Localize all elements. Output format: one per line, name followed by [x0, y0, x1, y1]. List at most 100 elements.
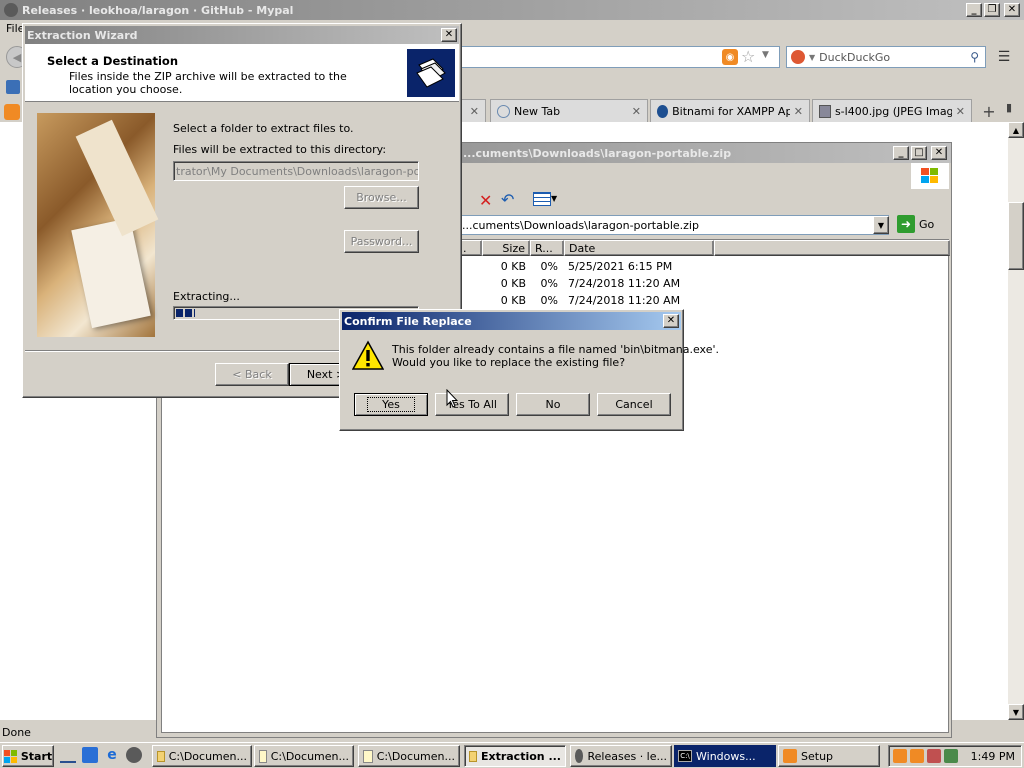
close-button[interactable]: ✕: [1004, 3, 1020, 17]
document-icon: [363, 749, 373, 763]
delete-icon[interactable]: ✕: [479, 191, 492, 210]
tray-tool-icon[interactable]: [927, 749, 941, 763]
row-2-size: 0 KB: [500, 277, 526, 290]
taskbar-item-documents-1[interactable]: C:\Documen...: [152, 745, 252, 767]
taskbar-item-windows[interactable]: C:\ Windows...: [674, 745, 776, 767]
dropdown-arrow-icon[interactable]: ▼: [762, 50, 769, 60]
tab-close-icon[interactable]: ✕: [956, 105, 965, 118]
tab-close-icon[interactable]: ✕: [794, 105, 803, 118]
go-label: Go: [919, 217, 935, 231]
taskbar-label: C:\Documen...: [376, 749, 455, 763]
views-icon[interactable]: [533, 192, 551, 206]
confirm-message-line2: Would you like to replace the existing f…: [392, 356, 626, 369]
taskbar-label: Releases · le...: [587, 749, 667, 763]
directory-value: trator\My Documents\Downloads\laragon-po…: [176, 164, 418, 178]
search-icon[interactable]: ⚲: [970, 50, 979, 64]
app-tab-icon[interactable]: [4, 104, 20, 120]
explorer-maximize-button[interactable]: □: [911, 146, 927, 160]
column-header-size[interactable]: Size: [482, 240, 530, 256]
confirm-titlebar[interactable]: Confirm File Replace: [342, 312, 681, 330]
go-arrow-icon: ➜: [897, 215, 915, 233]
search-box[interactable]: ▼ DuckDuckGo ⚲: [786, 46, 986, 68]
column-header-empty: [714, 240, 950, 256]
outlook-icon[interactable]: [82, 747, 98, 763]
tab-list-button[interactable]: ▮: [1006, 101, 1012, 114]
go-button[interactable]: ➜ Go: [897, 215, 934, 233]
status-text: Done: [2, 725, 31, 739]
yes-button[interactable]: Yes: [354, 393, 428, 416]
start-label: Start: [20, 749, 53, 763]
duckduckgo-icon: [791, 50, 805, 64]
zip-folder-icon: [469, 750, 477, 762]
password-button[interactable]: Password...: [344, 230, 419, 253]
internet-explorer-icon[interactable]: e: [104, 747, 120, 763]
new-tab-button[interactable]: +: [978, 101, 1000, 121]
explorer-minimize-button[interactable]: _: [893, 146, 909, 160]
taskbar-label: Setup: [801, 749, 834, 763]
tray-app-icon[interactable]: [910, 749, 924, 763]
scroll-up-button[interactable]: ▲: [1008, 122, 1024, 138]
windows-logo: [911, 163, 949, 189]
browser-title: Releases · leokhoa/laragon · GitHub - My…: [22, 3, 294, 17]
browser-titlebar[interactable]: Releases · leokhoa/laragon · GitHub - My…: [0, 0, 1024, 20]
tab-new-tab[interactable]: New Tab ✕: [490, 99, 648, 123]
tab-jpeg-image[interactable]: s-l400.jpg (JPEG Imag... ✕: [812, 99, 972, 123]
row-1-date: 5/25/2021 6:15 PM: [568, 260, 673, 273]
taskbar: Start e C:\Documen... C:\Documen... C:\D…: [0, 742, 1024, 768]
bookmarks-sidebar-icon[interactable]: [6, 80, 20, 94]
scroll-thumb[interactable]: [1008, 202, 1024, 270]
row-1-size: 0 KB: [500, 260, 526, 273]
yes-label: Yes: [367, 397, 415, 412]
tray-network-icon[interactable]: [944, 749, 958, 763]
column-header-ratio[interactable]: R...: [530, 240, 564, 256]
cancel-button[interactable]: Cancel: [597, 393, 671, 416]
taskbar-label: C:\Documen...: [168, 749, 247, 763]
tray-app-icon[interactable]: [893, 749, 907, 763]
column-header-date[interactable]: Date: [564, 240, 714, 256]
row-3-size: 0 KB: [500, 294, 526, 307]
bookmark-star-icon[interactable]: ☆: [741, 47, 755, 66]
taskbar-item-setup[interactable]: Setup: [778, 745, 880, 767]
tab-bitnami[interactable]: Bitnami for XAMPP App... ✕: [650, 99, 810, 123]
extracting-label: Extracting...: [173, 290, 240, 303]
tab-close-icon[interactable]: ✕: [632, 105, 641, 118]
wizard-titlebar[interactable]: Extraction Wizard: [25, 26, 459, 44]
console-icon: C:\: [678, 750, 692, 762]
wizard-title: Extraction Wizard: [27, 28, 138, 42]
back-button[interactable]: < Back: [215, 363, 289, 386]
browse-button[interactable]: Browse...: [344, 186, 419, 209]
quick-launch: e: [60, 747, 142, 763]
taskbar-item-documents-2[interactable]: C:\Documen...: [254, 745, 354, 767]
wizard-close-button[interactable]: ✕: [441, 28, 457, 42]
explorer-address-bar[interactable]: ...cuments\Downloads\laragon-portable.zi…: [457, 215, 889, 235]
show-desktop-icon[interactable]: [60, 747, 76, 763]
mypal-launch-icon[interactable]: [126, 747, 142, 763]
taskbar-label: Extraction ...: [480, 749, 561, 763]
address-dropdown-button[interactable]: ▼: [873, 216, 889, 234]
minimize-button[interactable]: _: [966, 3, 982, 17]
scroll-down-button[interactable]: ▼: [1008, 704, 1024, 720]
wizard-subheading: Files inside the ZIP archive will be ext…: [69, 70, 347, 96]
explorer-address-value: ...cuments\Downloads\laragon-portable.zi…: [462, 218, 699, 232]
directory-field[interactable]: trator\My Documents\Downloads\laragon-po…: [173, 161, 419, 181]
taskbar-item-extraction[interactable]: Extraction ...: [464, 745, 566, 767]
confirm-close-button[interactable]: ✕: [663, 314, 679, 328]
start-button[interactable]: Start: [2, 745, 54, 767]
folder-icon: [157, 750, 165, 762]
explorer-close-button[interactable]: ✕: [931, 146, 947, 160]
taskbar-item-releases[interactable]: Releases · le...: [570, 745, 672, 767]
no-button[interactable]: No: [516, 393, 590, 416]
maximize-button[interactable]: ❐: [984, 3, 1000, 17]
tab-current[interactable]: ✕: [462, 99, 486, 123]
views-dropdown-icon[interactable]: ▼: [551, 194, 557, 203]
menu-button[interactable]: ☰: [992, 46, 1016, 68]
taskbar-item-documents-3[interactable]: C:\Documen...: [358, 745, 460, 767]
rss-icon[interactable]: ◉: [722, 49, 738, 65]
row-2-ratio: 0%: [540, 277, 558, 290]
wizard-header: Select a Destination Files inside the ZI…: [25, 44, 459, 102]
row-1-ratio: 0%: [540, 260, 558, 273]
undo-icon[interactable]: ↶: [501, 190, 514, 209]
page-scrollbar[interactable]: ▲ ▼: [1008, 122, 1024, 720]
tab-close-icon[interactable]: ✕: [470, 105, 479, 118]
explorer-title: ...cuments\Downloads\laragon-portable.zi…: [463, 146, 732, 160]
